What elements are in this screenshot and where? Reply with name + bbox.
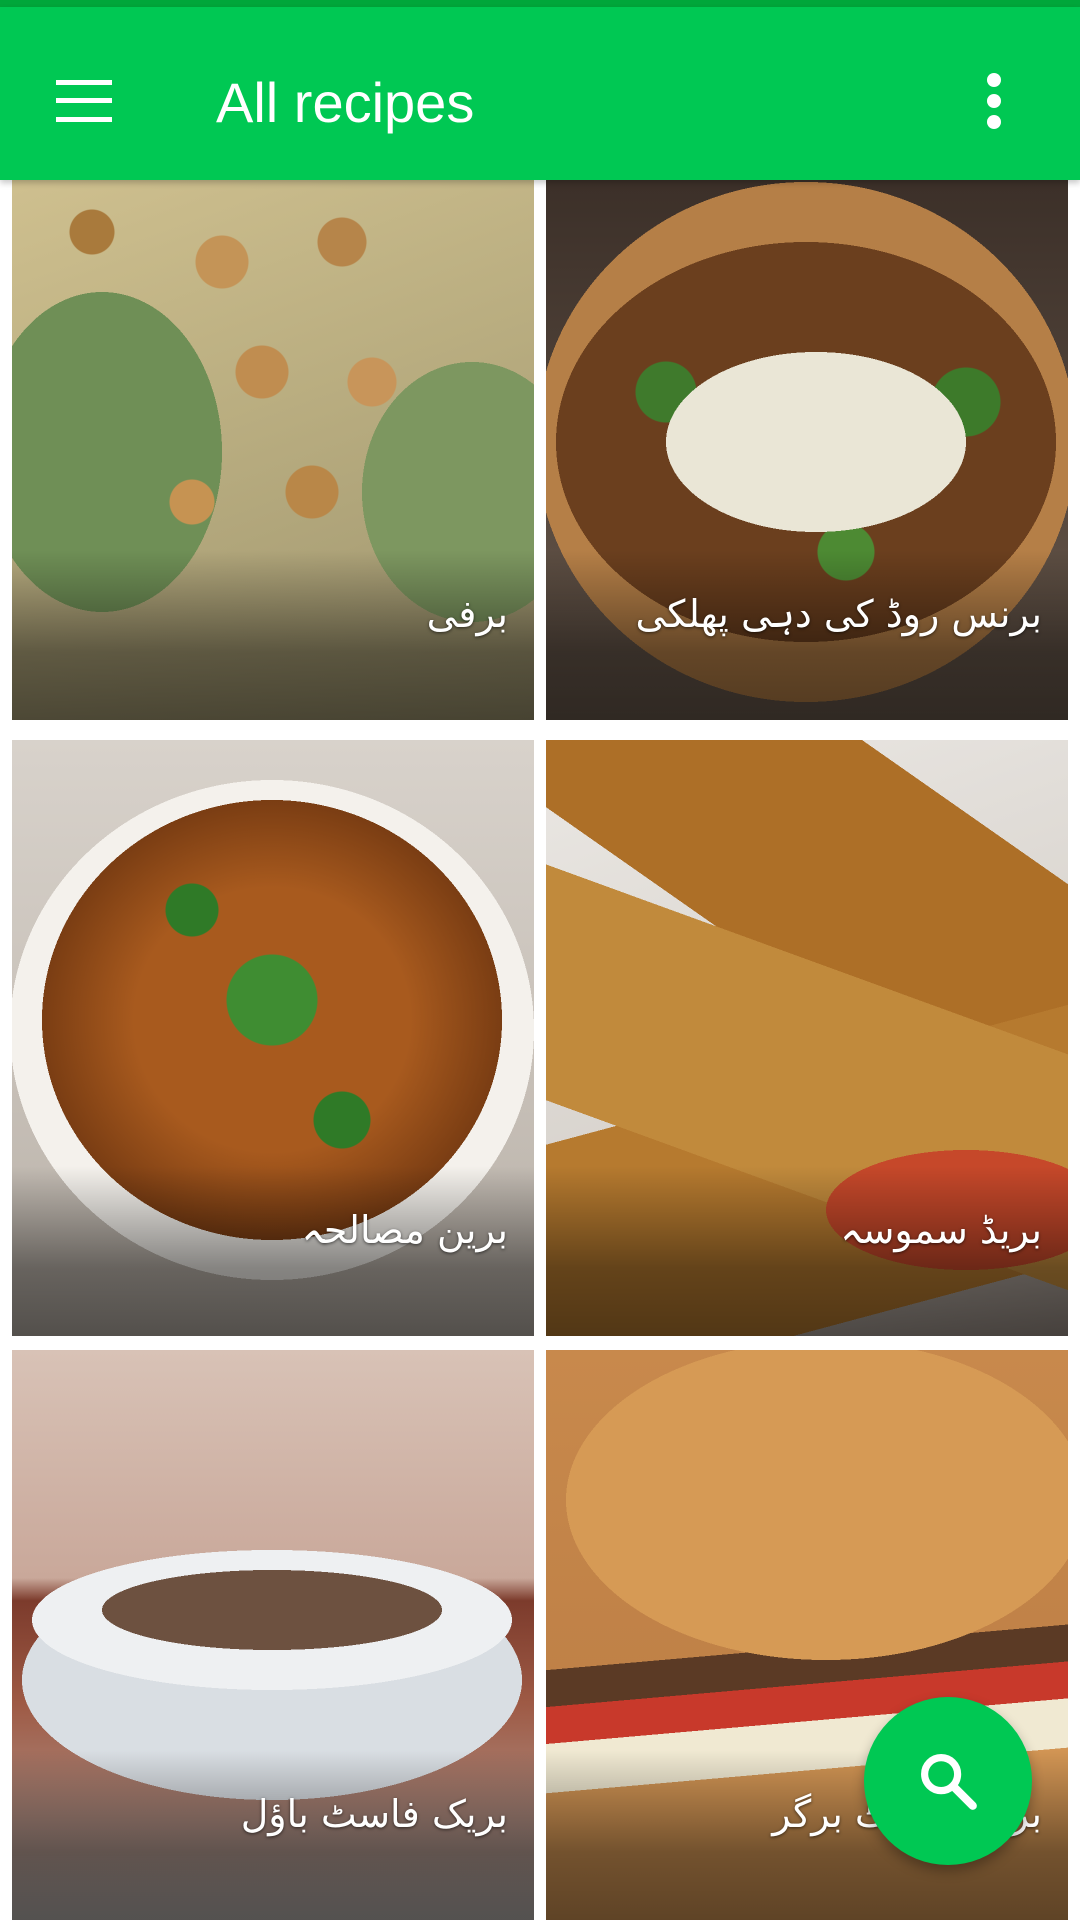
recipe-card[interactable]: بریک فاسٹ باؤل bbox=[12, 1350, 534, 1920]
recipe-grid: برفی برنس روڈ کی دہی پھلکی برین مصالحہ ب… bbox=[0, 180, 1080, 1920]
hamburger-menu-icon bbox=[56, 80, 112, 122]
recipe-title: بریڈ سموسہ bbox=[840, 1208, 1042, 1252]
recipe-card[interactable]: برفی bbox=[12, 180, 534, 720]
status-bar-strip bbox=[0, 0, 1080, 7]
recipe-card[interactable]: برنس روڈ کی دہی پھلکی bbox=[546, 180, 1068, 720]
search-fab-button[interactable] bbox=[864, 1697, 1032, 1865]
recipe-title: بریک فاسٹ باؤل bbox=[240, 1792, 508, 1836]
page-title: All recipes bbox=[216, 71, 475, 134]
app-bar: All recipes bbox=[0, 7, 1080, 180]
recipe-card[interactable]: برین مصالحہ bbox=[12, 740, 534, 1336]
navigation-menu-button[interactable] bbox=[34, 51, 134, 151]
recipe-card[interactable]: بریڈ سموسہ bbox=[546, 740, 1068, 1336]
recipe-title: برنس روڈ کی دہی پھلکی bbox=[635, 592, 1042, 636]
search-icon bbox=[921, 1754, 977, 1810]
recipe-title: برین مصالحہ bbox=[301, 1208, 508, 1252]
overflow-menu-button[interactable] bbox=[944, 51, 1044, 151]
more-vertical-icon bbox=[987, 73, 1001, 129]
recipe-title: برفی bbox=[426, 592, 508, 636]
